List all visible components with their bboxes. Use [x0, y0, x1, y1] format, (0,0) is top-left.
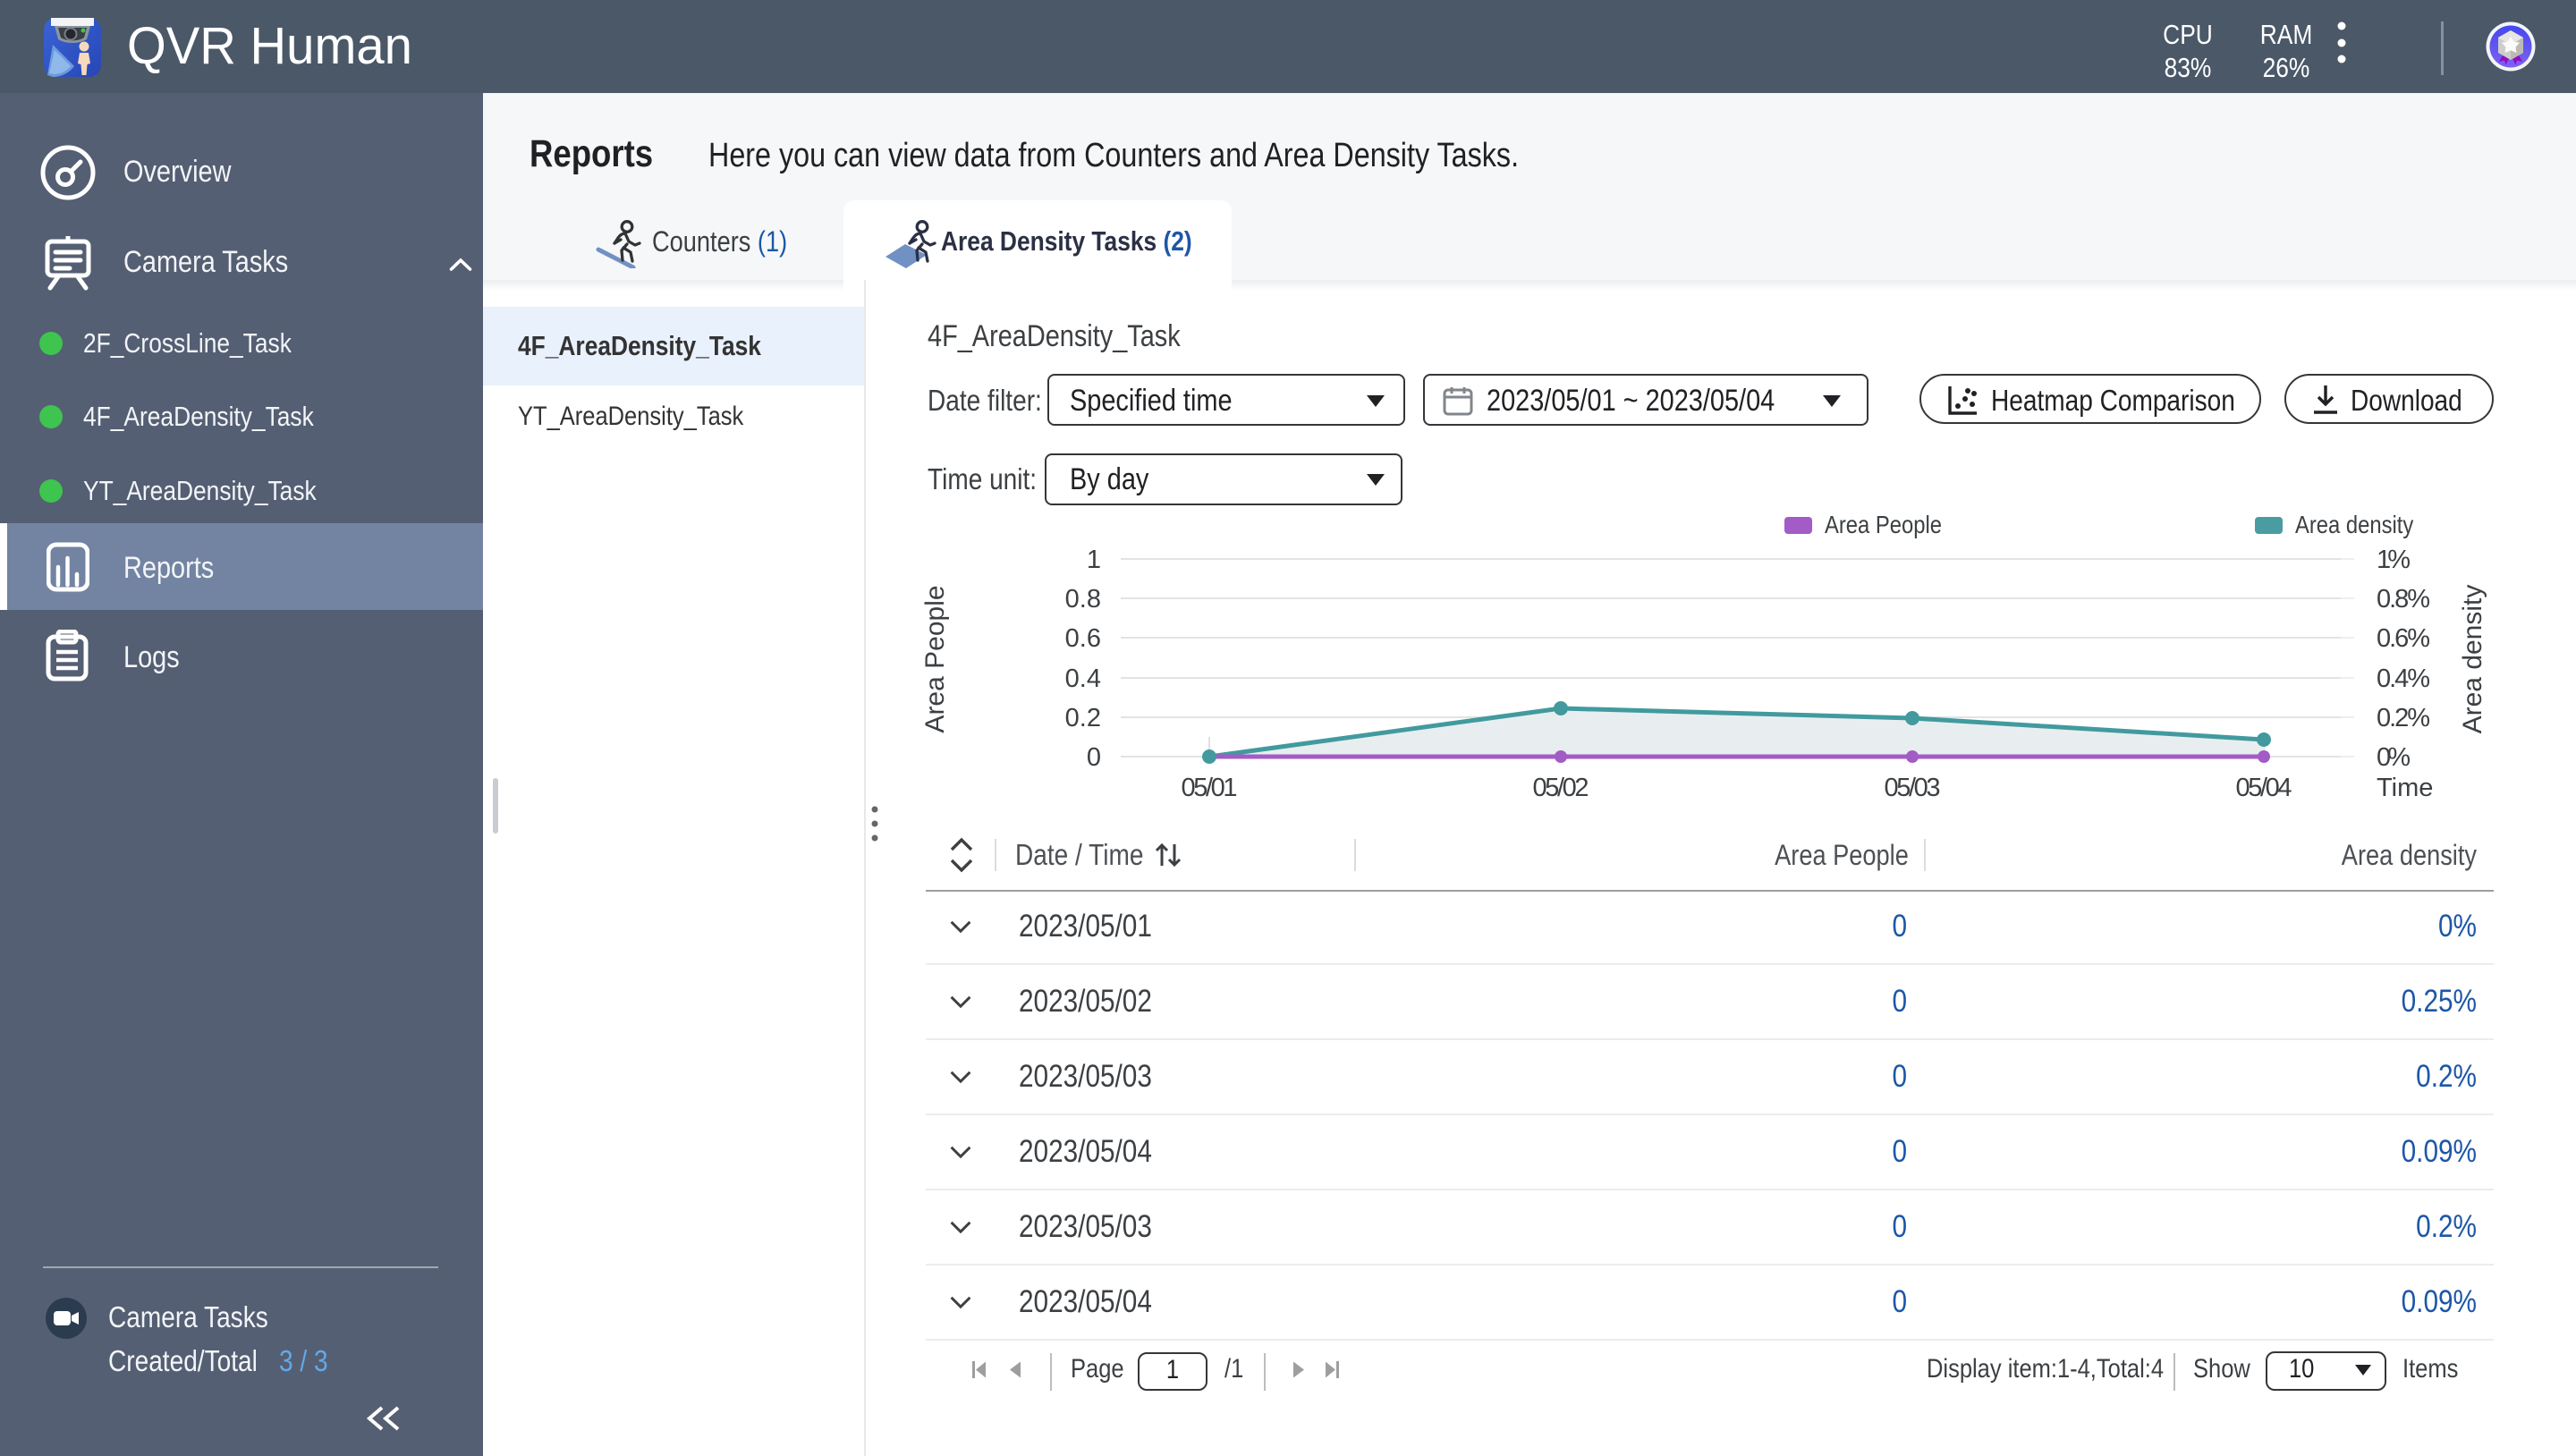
svg-text:Area density: Area density [2458, 585, 2487, 734]
svg-text:0.4%: 0.4% [2377, 665, 2430, 693]
svg-text:0.8: 0.8 [1065, 585, 1101, 614]
svg-text:0%: 0% [2377, 743, 2411, 772]
svg-text:05/01: 05/01 [1182, 774, 1238, 802]
svg-text:0.6: 0.6 [1065, 624, 1101, 653]
svg-text:0.6%: 0.6% [2377, 624, 2430, 653]
svg-text:0.2: 0.2 [1065, 704, 1101, 732]
svg-text:Time: Time [2377, 774, 2433, 802]
svg-text:0.2%: 0.2% [2377, 704, 2430, 732]
svg-text:0: 0 [1087, 743, 1101, 772]
svg-text:05/04: 05/04 [2236, 774, 2292, 802]
svg-text:Area People: Area People [920, 585, 950, 732]
svg-text:05/02: 05/02 [1533, 774, 1589, 802]
svg-text:05/03: 05/03 [1885, 774, 1941, 802]
svg-text:1%: 1% [2377, 546, 2411, 574]
svg-text:1: 1 [1087, 546, 1101, 574]
svg-text:0.4: 0.4 [1065, 665, 1101, 693]
svg-text:0.8%: 0.8% [2377, 585, 2430, 614]
